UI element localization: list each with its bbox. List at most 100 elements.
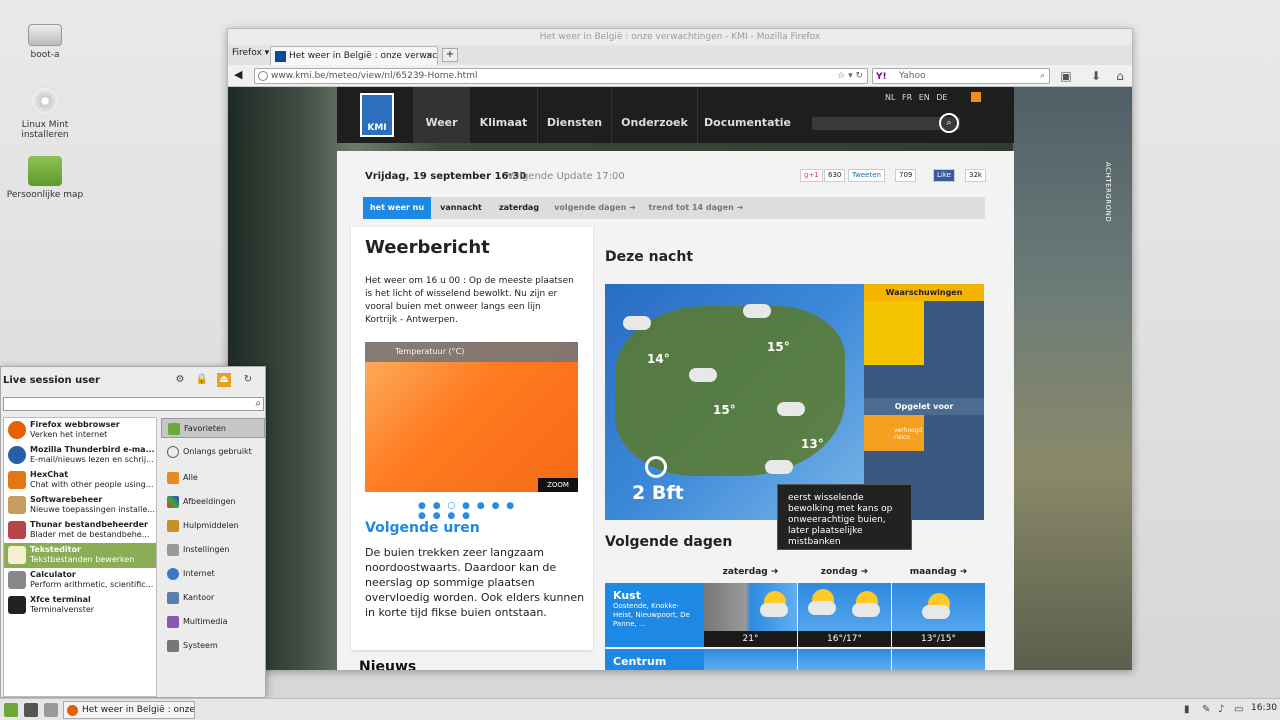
forecast-cell[interactable]	[798, 649, 891, 670]
region-places: Oostende, Knokke-Heist, Nieuwpoort, De P…	[613, 602, 690, 628]
app-softwarebeheer[interactable]: Softwarebeheer Nieuwe toepassingen instal…	[4, 493, 156, 518]
kmi-content: Vrijdag, 19 september 16:30 Volgende Upd…	[337, 151, 1014, 670]
app-teksteditor[interactable]: Teksteditor Tekstbestanden bewerken	[4, 543, 156, 568]
nav-item-weer[interactable]: Weer	[413, 87, 469, 143]
bookmarks-icon[interactable]: ▣	[1058, 68, 1074, 84]
close-tab-icon[interactable]: ×	[425, 47, 433, 65]
nav-item-documentatie[interactable]: Documentatie	[697, 87, 797, 143]
volume-icon[interactable]: ♪	[1218, 704, 1224, 715]
category-hulpmiddelen[interactable]: Hulpmiddelen	[161, 516, 265, 536]
hexchat-icon	[8, 471, 26, 489]
firefox-menu-button[interactable]: Firefox ▾	[232, 48, 269, 58]
category-alle[interactable]: Alle	[161, 468, 265, 488]
url-text: www.kmi.be/meteo/view/nl/65239-Home.html	[271, 71, 478, 81]
firefox-icon	[67, 705, 78, 716]
tab-vannacht[interactable]: vannacht	[431, 197, 491, 219]
day-header[interactable]: zaterdag ➜	[704, 567, 797, 577]
menu-search-input[interactable]: ⌕	[3, 397, 264, 411]
app-hexchat[interactable]: HexChat Chat with other people using...	[4, 468, 156, 493]
app-desc: Nieuwe toepassingen installe...	[30, 505, 155, 514]
region-centrum[interactable]: Centrum	[605, 649, 704, 670]
temperature-map[interactable]: Temperatuur (°C) ZOOM	[365, 342, 578, 492]
tab-trend[interactable]: trend tot 14 dagen ➜	[643, 197, 749, 219]
category-onlangs[interactable]: Onlangs gebruikt	[161, 442, 265, 462]
new-tab-button[interactable]: +	[442, 48, 458, 62]
desktop-icon-boot[interactable]: boot-a	[0, 22, 90, 60]
day-header[interactable]: zondag ➜	[798, 567, 891, 577]
zoom-button[interactable]: ZOOM	[538, 478, 578, 492]
region-kust[interactable]: Kust Oostende, Knokke-Heist, Nieuwpoort,…	[605, 583, 704, 647]
day-header[interactable]: maandag ➜	[892, 567, 985, 577]
app-thunderbird[interactable]: Mozilla Thunderbird e-ma... E-mail/nieuws…	[4, 443, 156, 468]
category-favorieten[interactable]: Favorieten	[161, 418, 265, 438]
kmi-logo[interactable]: KMI	[360, 93, 394, 137]
yahoo-icon[interactable]: Y!	[876, 70, 887, 84]
lock-icon[interactable]: 🔒	[195, 373, 209, 387]
map-temp: 15°	[713, 403, 736, 417]
category-instellingen[interactable]: Instellingen	[161, 540, 265, 560]
taskbar-window-button[interactable]: Het weer in België : onze ...	[63, 701, 195, 719]
category-afbeeldingen[interactable]: Afbeeldingen	[161, 492, 265, 512]
download-icon[interactable]: ⬇	[1088, 68, 1104, 84]
kmi-search-input[interactable]	[812, 117, 960, 130]
nav-item-klimaat[interactable]: Klimaat	[469, 87, 537, 143]
app-thunar[interactable]: Thunar bestandbeheerder Blader met de bes…	[4, 518, 156, 543]
volgende-uren-title[interactable]: Volgende uren	[365, 520, 480, 536]
rss-icon[interactable]	[971, 92, 981, 102]
pin-icon[interactable]: ✎	[1202, 704, 1210, 715]
like-button[interactable]: Like	[933, 169, 955, 182]
network-icon[interactable]: ▮	[1184, 704, 1190, 715]
thunderstorm-warning-icon[interactable]	[864, 301, 924, 365]
page-viewport: ACHTERGROND KMI Weer Klimaat Diensten On…	[228, 87, 1132, 670]
start-menu: Live session user ⚙ 🔒 ⏏ ↻ ⌕ Firefox webb…	[0, 366, 266, 698]
forecast-cell[interactable]	[892, 649, 985, 670]
carousel-dots[interactable]: ● ● ○ ● ● ● ● ● ● ● ●	[418, 501, 528, 521]
terminal-launcher-icon[interactable]	[24, 703, 38, 717]
restart-icon[interactable]: ↻	[241, 373, 255, 387]
reload-icon[interactable]: ☆ ▾ ↻	[837, 69, 863, 83]
file-manager-launcher-icon[interactable]	[44, 703, 58, 717]
desktop-icon-install[interactable]: Linux Mint installeren	[0, 86, 90, 140]
language-links[interactable]: NL FR EN DE	[885, 93, 947, 102]
back-arrow-icon[interactable]: ◀	[234, 68, 242, 81]
category-kantoor[interactable]: Kantoor	[161, 588, 265, 608]
folder-icon	[28, 156, 62, 186]
url-bar[interactable]: www.kmi.be/meteo/view/nl/65239-Home.html…	[254, 68, 868, 84]
tab-label: Het weer in België : onze verwach...	[289, 51, 438, 61]
home-icon[interactable]: ⌂	[1112, 68, 1128, 84]
category-systeem[interactable]: Systeem	[161, 636, 265, 656]
tab-volgende-dagen[interactable]: volgende dagen ➜	[547, 197, 643, 219]
risk-level-badge[interactable]: verhoogd risico	[864, 415, 924, 451]
nav-item-onderzoek[interactable]: Onderzoek	[611, 87, 697, 143]
battery-icon[interactable]: ▭	[1234, 704, 1243, 715]
gplus-button[interactable]: g+1	[800, 169, 823, 182]
app-firefox[interactable]: Firefox webbrowser Verken het internet	[4, 418, 156, 443]
nieuws-title[interactable]: Nieuws	[359, 659, 416, 670]
magnifier-icon[interactable]: ⌕	[1040, 69, 1045, 83]
clock-icon	[167, 446, 179, 458]
category-internet[interactable]: Internet	[161, 564, 265, 584]
mint-menu-icon[interactable]	[4, 703, 18, 717]
category-multimedia[interactable]: Multimedia	[161, 612, 265, 632]
forecast-cell[interactable]: 13°/15°	[892, 583, 985, 647]
wind-force: 2 Bft	[632, 482, 684, 504]
logout-icon[interactable]: ⏏	[217, 373, 231, 387]
settings-icon[interactable]: ⚙	[173, 373, 187, 387]
tab-zaterdag[interactable]: zaterdag	[491, 197, 547, 219]
forecast-cell[interactable]	[704, 649, 797, 670]
background-toggle[interactable]: ACHTERGROND	[1104, 162, 1112, 222]
desktop-icon-home[interactable]: Persoonlijke map	[0, 156, 90, 200]
forecast-cell[interactable]: 16°/17°	[798, 583, 891, 647]
forecast-cell[interactable]: 21°	[704, 583, 797, 647]
browser-tab[interactable]: Het weer in België : onze verwach... ×	[270, 46, 438, 65]
search-box[interactable]: Y! Yahoo ⌕	[872, 68, 1050, 84]
volgende-dagen-title[interactable]: Volgende dagen	[605, 534, 732, 550]
category-list: Favorieten Onlangs gebruikt Alle Afbeeld…	[161, 417, 265, 697]
app-calculator[interactable]: Calculator Perform arithmetic, scientific…	[4, 568, 156, 593]
nav-item-diensten[interactable]: Diensten	[537, 87, 611, 143]
tweet-button[interactable]: Tweeten	[848, 169, 885, 182]
search-icon[interactable]: ⌕	[939, 113, 959, 133]
multimedia-icon	[167, 616, 179, 628]
tab-het-weer-nu[interactable]: het weer nu	[363, 197, 431, 219]
app-terminal[interactable]: Xfce terminal Terminalvenster	[4, 593, 156, 618]
